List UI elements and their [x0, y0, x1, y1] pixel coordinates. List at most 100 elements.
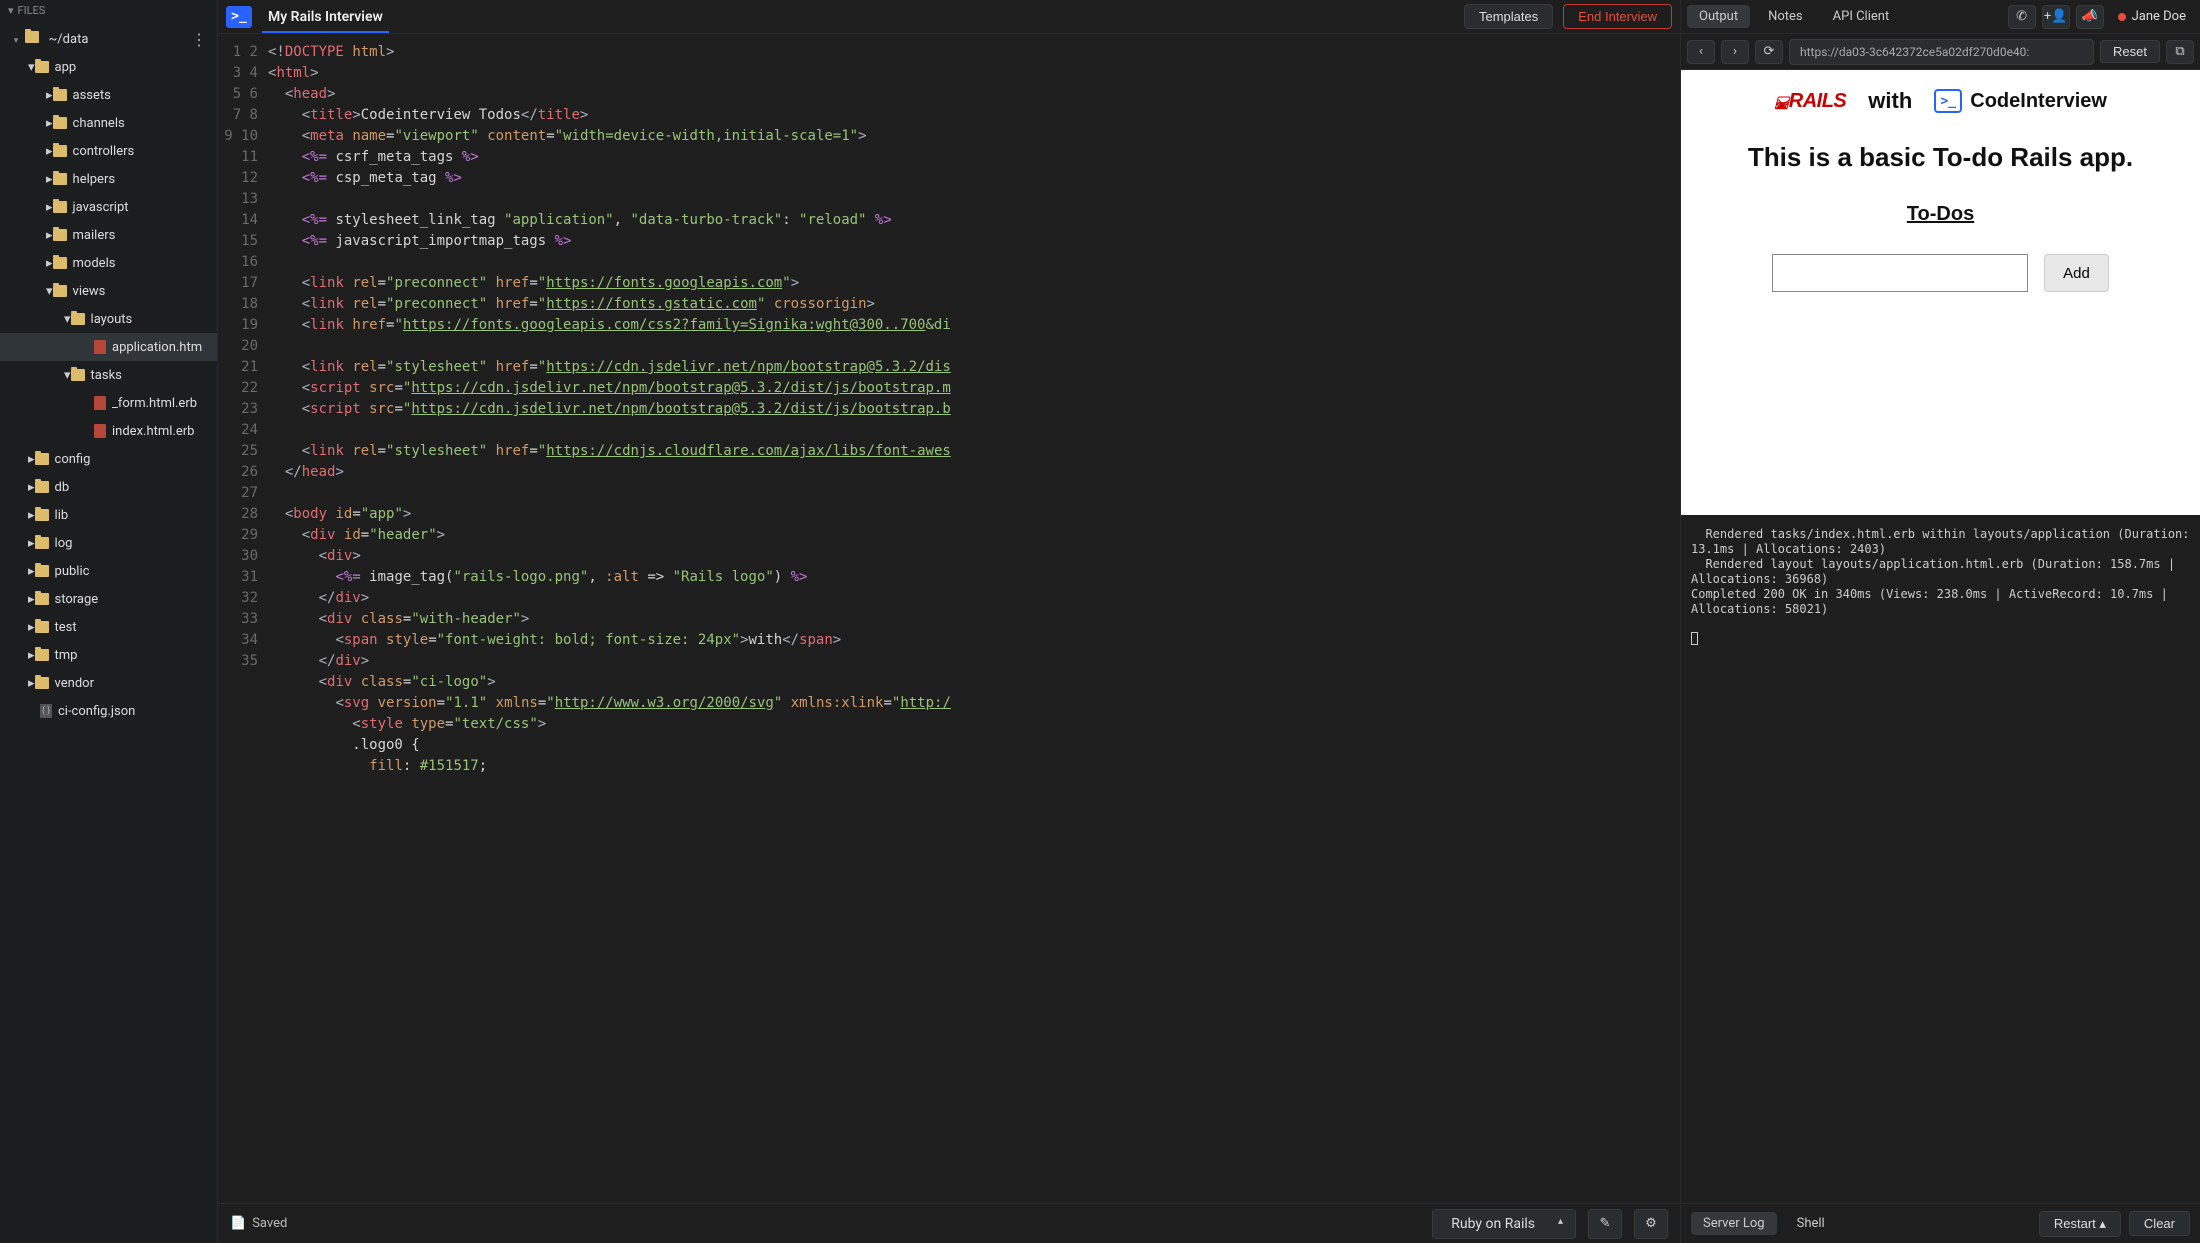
tree-item-db[interactable]: ▸db [0, 473, 217, 501]
tree-item-application-htm[interactable]: application.htm [0, 333, 217, 361]
rails-logo: 🛤RAILS [1774, 90, 1846, 113]
chevron-icon: ▾ [64, 312, 71, 327]
templates-button[interactable]: Templates [1464, 4, 1553, 29]
chevron-icon: ▸ [46, 144, 53, 159]
folder-icon [53, 145, 67, 157]
tree-item-app[interactable]: ▾app [0, 53, 217, 81]
chevron-icon: ▸ [46, 88, 53, 103]
saved-label: Saved [252, 1216, 287, 1231]
tree-item-config[interactable]: ▸config [0, 445, 217, 473]
chevron-icon: ▸ [28, 536, 35, 551]
tree-item-test[interactable]: ▸test [0, 613, 217, 641]
folder-icon [53, 201, 67, 213]
chevron-icon: ▾ [46, 284, 53, 299]
browser-open-external-button[interactable]: ⧉ [2166, 40, 2194, 64]
folder-icon [35, 537, 49, 549]
language-select[interactable]: Ruby on Rails [1432, 1209, 1576, 1239]
tree-item-helpers[interactable]: ▸helpers [0, 165, 217, 193]
more-icon[interactable]: ⋮ [191, 30, 213, 49]
folder-icon [35, 565, 49, 577]
tree-item-channels[interactable]: ▸channels [0, 109, 217, 137]
folder-icon [35, 61, 49, 73]
chevron-icon: ▸ [28, 648, 35, 663]
files-header[interactable]: ▾ FILES [0, 0, 217, 21]
tree-item-vendor[interactable]: ▸vendor [0, 669, 217, 697]
add-todo-button[interactable]: Add [2044, 254, 2109, 292]
tree-item-label: helpers [73, 172, 116, 187]
tab-notes[interactable]: Notes [1756, 5, 1815, 28]
chevron-icon: ▸ [28, 676, 35, 691]
folder-icon [35, 621, 49, 633]
file-tree: ▾ ~/data ⋮ ▾app▸assets▸channels▸controll… [0, 21, 217, 1243]
tree-item-public[interactable]: ▸public [0, 557, 217, 585]
user-status-dot [2118, 13, 2126, 21]
folder-icon [35, 593, 49, 605]
tree-item-javascript[interactable]: ▸javascript [0, 193, 217, 221]
folder-icon [35, 677, 49, 689]
chevron-icon: ▸ [28, 480, 35, 495]
clear-button[interactable]: Clear [2129, 1211, 2190, 1236]
browser-url-field[interactable]: https://da03-3c642372ce5a02df270d0e40: [1789, 39, 2094, 65]
tree-item-assets[interactable]: ▸assets [0, 81, 217, 109]
todo-input[interactable] [1772, 254, 2028, 292]
tree-item-label: application.htm [112, 340, 202, 355]
pencil-icon: ✎ [1600, 1216, 1611, 1231]
chevron-icon: ▸ [46, 116, 53, 131]
tab-server-log[interactable]: Server Log [1691, 1212, 1777, 1235]
code-editor[interactable]: 1 2 3 4 5 6 7 8 9 10 11 12 13 14 15 16 1… [218, 34, 1680, 1203]
folder-icon [71, 313, 85, 325]
megaphone-icon: 📣 [2082, 9, 2098, 24]
user-indicator[interactable]: Jane Doe [2110, 9, 2194, 24]
chevron-icon: ▸ [28, 620, 35, 635]
tree-item-label: models [73, 256, 116, 271]
announce-button[interactable]: 📣 [2076, 5, 2104, 29]
tree-item-tmp[interactable]: ▸tmp [0, 641, 217, 669]
chevron-icon: ▾ [28, 60, 35, 75]
tree-item-views[interactable]: ▾views [0, 277, 217, 305]
session-title[interactable]: My Rails Interview [262, 9, 389, 33]
tree-item-mailers[interactable]: ▸mailers [0, 221, 217, 249]
edit-button[interactable]: ✎ [1588, 1209, 1622, 1239]
file-icon [94, 340, 106, 354]
tree-item-storage[interactable]: ▸storage [0, 585, 217, 613]
chevron-up-icon: ▴ [2099, 1216, 2106, 1231]
chevron-icon: ▸ [46, 200, 53, 215]
invite-button[interactable]: +👤 [2042, 5, 2070, 29]
tree-root[interactable]: ▾ ~/data ⋮ [0, 25, 217, 53]
call-button[interactable]: ✆ [2008, 5, 2036, 29]
tree-item-label: controllers [73, 144, 135, 159]
restart-button[interactable]: Restart ▴ [2039, 1211, 2121, 1237]
browser-reset-button[interactable]: Reset [2100, 40, 2160, 63]
tree-item-layouts[interactable]: ▾layouts [0, 305, 217, 333]
tree-item-lib[interactable]: ▸lib [0, 501, 217, 529]
tree-item--form-html-erb[interactable]: _form.html.erb [0, 389, 217, 417]
browser-back-button[interactable]: ‹ [1687, 40, 1715, 64]
tab-output[interactable]: Output [1687, 5, 1750, 28]
tree-item-log[interactable]: ▸ log [0, 529, 217, 557]
settings-button[interactable]: ⚙ [1634, 1209, 1668, 1239]
tab-api-client[interactable]: API Client [1821, 5, 1902, 28]
browser-forward-button[interactable]: › [1721, 40, 1749, 64]
tree-item-label: _form.html.erb [112, 396, 197, 411]
tree-root-label: ~/data [48, 32, 88, 47]
main-panel: >_ My Rails Interview Templates End Inte… [218, 0, 1680, 1243]
folder-icon [71, 369, 85, 381]
code-content[interactable]: <!DOCTYPE html> <html> <head> <title>Cod… [268, 34, 1680, 1203]
tree-item-controllers[interactable]: ▸ controllers [0, 137, 217, 165]
with-text: with [1868, 88, 1912, 114]
save-icon: 📄 [230, 1216, 246, 1231]
tree-item-label: log [55, 536, 73, 551]
tree-item-models[interactable]: ▸models [0, 249, 217, 277]
tree-item-label: config [55, 452, 91, 467]
server-console[interactable]: Rendered tasks/index.html.erb within lay… [1681, 515, 2200, 1203]
file-sidebar: ▾ FILES ▾ ~/data ⋮ ▾app▸assets▸channels▸… [0, 0, 218, 1243]
tree-item-tasks[interactable]: ▾tasks [0, 361, 217, 389]
add-user-icon: +👤 [2044, 9, 2068, 24]
tab-shell[interactable]: Shell [1785, 1212, 1837, 1235]
chevron-down-icon: ▾ [8, 4, 14, 17]
browser-refresh-button[interactable]: ⟳ [1755, 40, 1783, 64]
tree-item-ci-config-json[interactable]: ci-config.json [0, 697, 217, 725]
preview-pane: 🛤RAILS with >_ CodeInterview This is a b… [1681, 70, 2200, 515]
end-interview-button[interactable]: End Interview [1563, 4, 1672, 29]
tree-item-index-html-erb[interactable]: index.html.erb [0, 417, 217, 445]
